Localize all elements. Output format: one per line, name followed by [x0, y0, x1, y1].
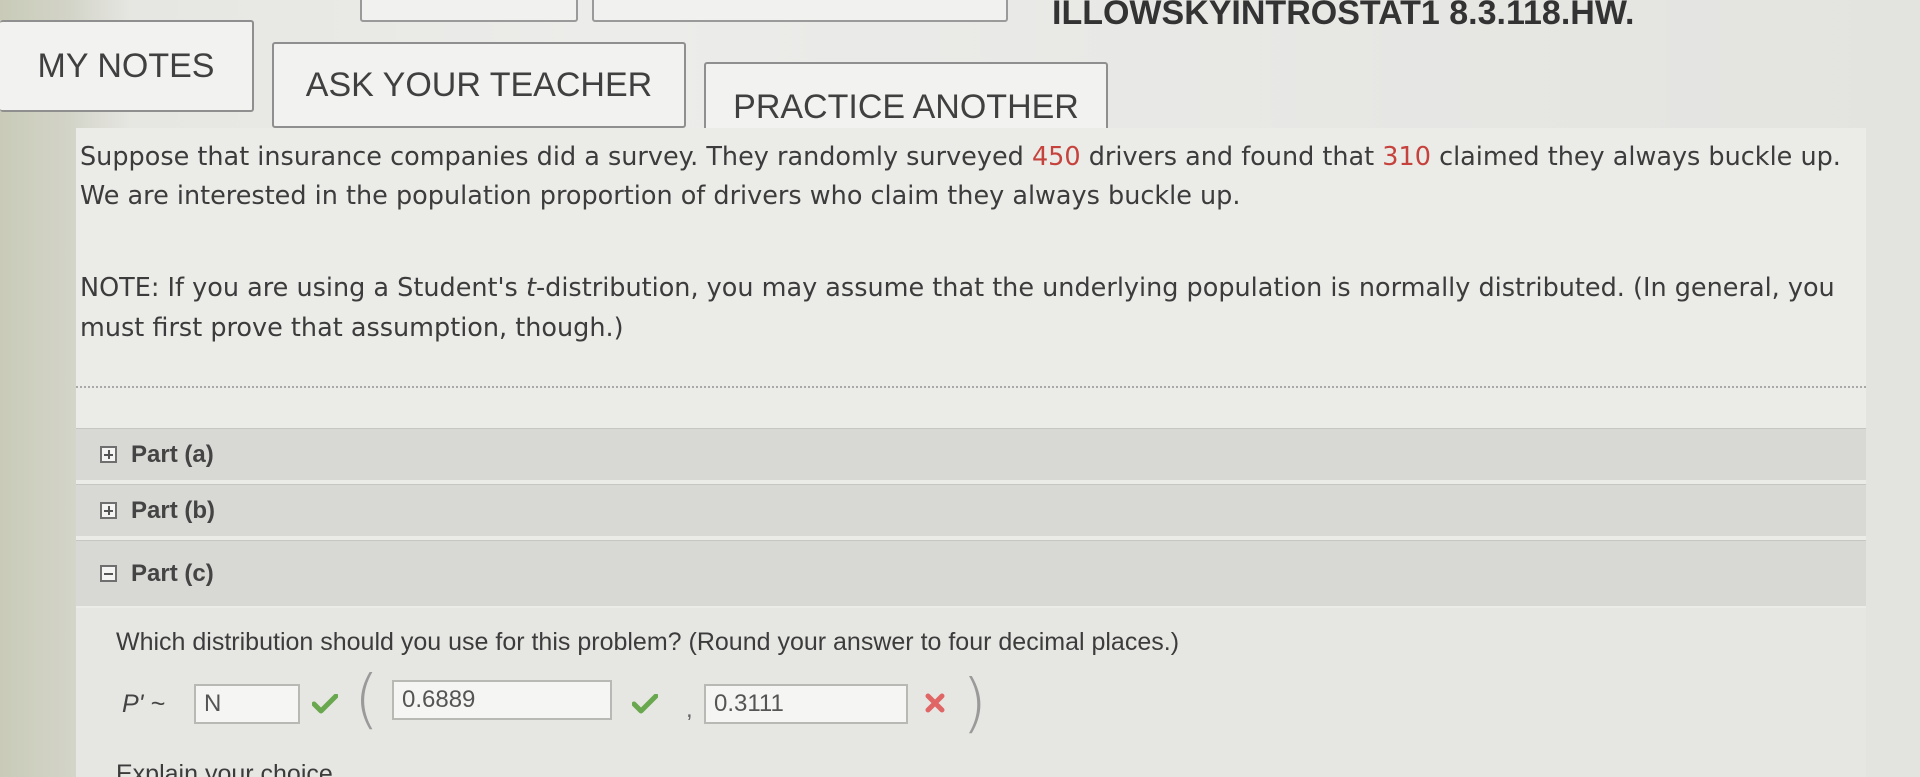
- question-panel: Suppose that insurance companies did a s…: [76, 128, 1866, 777]
- top-cutoff-button[interactable]: [360, 0, 578, 22]
- sd-input[interactable]: 0.3111: [704, 684, 908, 724]
- stem-text-2: drivers and found that: [1080, 142, 1383, 172]
- part-c-row[interactable]: Part (c): [76, 540, 1866, 606]
- sample-size-value: 450: [1031, 142, 1081, 172]
- top-cutoff-answers-button[interactable]: [592, 0, 1008, 22]
- open-paren: (: [354, 663, 379, 737]
- assignment-code: ILLOWSKYINTROSTAT1 8.3.118.HW.: [1052, 0, 1635, 32]
- expand-plus-icon[interactable]: [100, 446, 117, 463]
- distribution-answer-line: P' ~ N ( 0.6889 , 0.3111 ): [122, 668, 1122, 736]
- distribution-input[interactable]: N: [194, 684, 300, 724]
- part-c-prompt: Which distribution should you use for th…: [116, 628, 1180, 656]
- question-stem: Suppose that insurance companies did a s…: [80, 138, 1860, 216]
- comma-separator: ,: [686, 696, 693, 723]
- part-a-label: Part (a): [131, 440, 214, 468]
- collapse-minus-icon[interactable]: [100, 565, 117, 582]
- part-b-label: Part (b): [131, 496, 215, 524]
- my-notes-button[interactable]: MY NOTES: [0, 20, 254, 112]
- mean-input[interactable]: 0.6889: [392, 680, 612, 720]
- stem-text-1: Suppose that insurance companies did a s…: [80, 142, 1032, 172]
- correct-check-icon: [312, 694, 338, 714]
- incorrect-x-icon: [925, 693, 945, 713]
- successes-value: 310: [1382, 142, 1431, 172]
- part-c-body: Which distribution should you use for th…: [76, 608, 1866, 777]
- expand-plus-icon[interactable]: [100, 502, 117, 519]
- question-note: NOTE: If you are using a Student's t-dis…: [80, 268, 1860, 348]
- part-b-row[interactable]: Part (b): [76, 484, 1866, 536]
- ask-teacher-button[interactable]: ASK YOUR TEACHER: [272, 42, 686, 128]
- section-divider: [76, 386, 1866, 388]
- p-prime-variable: P' ~: [122, 690, 165, 718]
- correct-check-icon: [632, 694, 658, 714]
- note-t-symbol: t: [525, 273, 536, 303]
- close-paren: ): [962, 667, 987, 741]
- part-a-row[interactable]: Part (a): [76, 428, 1866, 480]
- page-background: ILLOWSKYINTROSTAT1 8.3.118.HW. MY NOTES …: [0, 0, 1920, 777]
- note-text-1: NOTE: If you are using a Student's: [80, 273, 526, 303]
- explain-choice-label: Explain your choice.: [116, 760, 340, 777]
- part-c-label: Part (c): [131, 559, 214, 587]
